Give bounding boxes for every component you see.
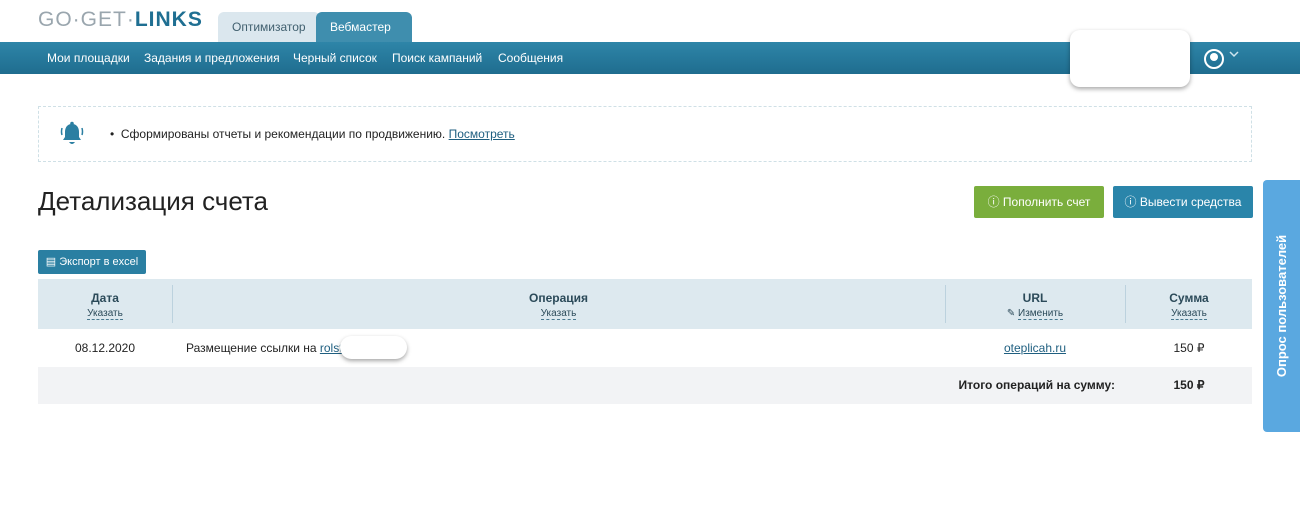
bell-icon	[60, 121, 84, 147]
export-excel-button[interactable]: ▤ Экспорт в excel	[38, 250, 146, 274]
row-url-link[interactable]: oteplicah.ru	[1004, 341, 1066, 355]
column-operation: Операция Указать	[172, 279, 945, 329]
total-value: 150 ₽	[1173, 378, 1205, 392]
nav-item-tasks[interactable]: Задания и предложения	[144, 42, 280, 74]
logo-dot: ·	[72, 8, 81, 31]
operation-text: Размещение ссылки на	[186, 341, 317, 355]
table-row: 08.12.2020 Размещение ссылки на rolst ot…	[38, 329, 1252, 367]
user-avatar-icon[interactable]	[1204, 49, 1224, 69]
notice-view-link[interactable]: Посмотреть	[449, 127, 515, 141]
question-circle-icon: ⓘ	[987, 195, 1000, 209]
column-sum-title: Сумма	[1169, 291, 1209, 305]
column-date: Дата Указать	[38, 279, 172, 329]
column-sum: Сумма Указать	[1125, 279, 1253, 329]
notice-text: Сформированы отчеты и рекомендации по пр…	[120, 127, 446, 141]
date-specify-link[interactable]: Указать	[87, 308, 123, 320]
survey-side-tab[interactable]: Опрос пользователей	[1263, 180, 1300, 432]
chevron-down-icon[interactable]	[1228, 48, 1240, 63]
row-operation: Размещение ссылки на rolst	[186, 329, 343, 367]
page-title: Детализация счета	[38, 186, 269, 216]
column-date-title: Дата	[91, 291, 119, 305]
tab-webmaster[interactable]: Вебмастер	[316, 12, 412, 42]
redacted-user-info	[1070, 30, 1190, 87]
tab-optimizer[interactable]: Оптимизатор	[218, 12, 320, 42]
nav-item-messages[interactable]: Сообщения	[498, 42, 563, 74]
logo-part-get: GET	[80, 8, 127, 31]
withdraw-button[interactable]: ⓘ Вывести средства	[1113, 186, 1253, 218]
row-sum: 150 ₽	[1173, 341, 1205, 355]
sum-specify-link[interactable]: Указать	[1171, 308, 1207, 320]
nav-item-campaign-search[interactable]: Поиск кампаний	[392, 42, 482, 74]
url-edit-link[interactable]: Изменить	[1018, 308, 1064, 320]
export-label: Экспорт в excel	[59, 256, 139, 268]
table-header: Дата Указать Операция Указать URL ✎ Изме…	[38, 279, 1252, 329]
table-total-row: Итого операций на сумму: 150 ₽	[38, 367, 1252, 404]
logo-part-links: LINKS	[134, 8, 203, 31]
row-url: oteplicah.ru	[945, 329, 1125, 367]
column-url: URL ✎ Изменить	[945, 279, 1125, 329]
logo-dot: ·	[126, 8, 135, 31]
column-operation-title: Операция	[528, 291, 588, 305]
topup-label: Пополнить счет	[1002, 195, 1091, 209]
notice-message: • Сформированы отчеты и рекомендации по …	[110, 127, 515, 141]
redacted-site-name	[340, 336, 407, 359]
topup-button[interactable]: ⓘ Пополнить счет	[974, 186, 1104, 218]
row-date: 08.12.2020	[74, 341, 136, 355]
operation-specify-link[interactable]: Указать	[540, 308, 577, 320]
withdraw-label: Вывести средства	[1139, 195, 1242, 209]
save-icon: ▤	[45, 256, 57, 268]
total-label: Итого операций на сумму:	[958, 378, 1115, 392]
logo-part-go: GO	[38, 8, 73, 31]
bullet-icon: •	[110, 127, 121, 141]
nav-item-my-sites[interactable]: Мои площадки	[47, 42, 130, 74]
question-circle-icon: ⓘ	[1124, 195, 1137, 209]
logo[interactable]: GO·GET·LINKS	[38, 8, 203, 32]
survey-label: Опрос пользователей	[1274, 234, 1289, 378]
column-url-title: URL	[1022, 291, 1048, 305]
pencil-icon: ✎	[1006, 308, 1016, 319]
nav-item-blacklist[interactable]: Черный список	[293, 42, 377, 74]
